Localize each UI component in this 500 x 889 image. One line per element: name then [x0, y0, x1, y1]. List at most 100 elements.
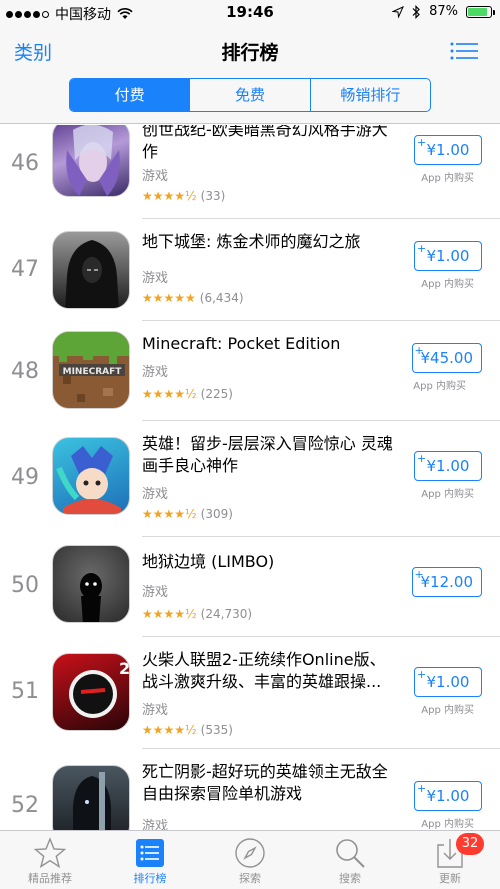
buy-button[interactable]: + ¥1.00 [414, 667, 482, 697]
location-arrow-icon [392, 5, 405, 18]
segment-free[interactable]: 免费 [189, 79, 309, 111]
rating-stars: ★★★★★ [142, 291, 196, 305]
limbo-silhouette-icon[interactable] [52, 545, 130, 623]
list-icon [136, 839, 164, 867]
tab-search[interactable]: 搜索 [300, 831, 400, 889]
rating-stars: ★★★★½ [142, 607, 197, 621]
tab-label: 排行榜 [133, 872, 167, 885]
fantasy-hero-icon[interactable] [52, 125, 130, 197]
rank-number: 46 [11, 151, 39, 176]
battery-icon [466, 5, 495, 18]
app-rating: ★★★★★ (6,434) [142, 291, 244, 305]
tab-label: 精品推荐 [28, 872, 72, 885]
rank-number: 47 [11, 257, 39, 282]
list-item[interactable]: 49 英雄！留步-层层深入冒险惊心 灵魂画手良心神作 游戏 ★★★★½ (309… [0, 421, 500, 537]
app-name[interactable]: 地下城堡: 炼金术师的魔幻之旅 [142, 231, 400, 253]
list-item[interactable]: 52 死亡阴影-超好玩的英雄领主无敌全自由探索冒险单机游戏 游戏 + ¥1.00… [0, 749, 500, 830]
buy-button[interactable]: + ¥1.00 [414, 241, 482, 271]
app-name[interactable]: Minecraft: Pocket Edition [142, 333, 400, 355]
list-item[interactable]: 47 地下城堡: 炼金术师的魔幻之旅 游戏 ★★★★★ (6,434) + ¥1… [0, 219, 500, 321]
segment-top-grossing[interactable]: 畅销排行 [309, 79, 430, 111]
tab-updates[interactable]: 32 更新 [400, 831, 500, 889]
app-name[interactable]: 地狱边境 (LIMBO) [142, 551, 400, 573]
plus-icon: + [417, 782, 427, 795]
plus-icon: + [417, 242, 427, 255]
app-name[interactable]: 火柴人联盟2-正统续作Online版、战斗激爽升级、丰富的英雄跟操... [142, 649, 400, 693]
list-item[interactable]: 50 地狱边境 (LIMBO) 游戏 ★★★★½ (24,730) + ¥12.… [0, 537, 500, 637]
rank-number: 49 [11, 465, 39, 490]
price-label: ¥1.00 [426, 141, 470, 159]
tab-label: 搜索 [339, 872, 361, 885]
app-rating: ★★★★½ (535) [142, 723, 233, 737]
tab-top-charts[interactable]: 排行榜 [100, 831, 200, 889]
hooded-figure-icon[interactable] [52, 231, 130, 309]
app-category: 游戏 [142, 819, 169, 830]
rating-count: (535) [200, 723, 233, 737]
stickman-icon[interactable]: 2 [52, 653, 130, 731]
app-category: 游戏 [142, 703, 169, 718]
rating-count: (6,434) [199, 291, 244, 305]
search-icon [336, 839, 365, 868]
rating-stars: ★★★★½ [142, 507, 197, 521]
bluetooth-icon [412, 4, 420, 19]
app-category: 游戏 [142, 169, 169, 184]
tab-label: 探索 [239, 872, 261, 885]
app-name[interactable]: 创世战纪-欧美暗黑奇幻风格手游大作 [142, 125, 400, 163]
app-name[interactable]: 死亡阴影-超好玩的英雄领主无敌全自由探索冒险单机游戏 [142, 761, 400, 805]
dark-knight-icon[interactable] [52, 765, 130, 830]
price-label: ¥1.00 [426, 673, 470, 691]
segment-paid[interactable]: 付费 [70, 79, 190, 111]
status-right: 87% [392, 4, 495, 19]
svg-text:MINECRAFT: MINECRAFT [63, 367, 123, 377]
rating-count: (24,730) [200, 607, 253, 621]
plus-icon: + [414, 568, 424, 581]
svg-text:2: 2 [119, 659, 130, 678]
status-bar: 中国移动 19:46 87% [0, 0, 500, 26]
price-label: ¥1.00 [426, 787, 470, 805]
app-category: 游戏 [142, 487, 169, 502]
star-icon [34, 837, 66, 869]
price-label: ¥45.00 [420, 349, 474, 367]
app-rating: ★★★★½ (33) [142, 189, 225, 203]
app-category: 游戏 [142, 585, 169, 600]
app-name[interactable]: 英雄！留步-层层深入冒险惊心 灵魂画手良心神作 [142, 433, 400, 477]
app-ranking-list: 46 创世战纪-欧美暗黑奇幻风格手游大作 游戏 ★★★★½ (33) + ¥1.… [0, 125, 500, 830]
battery-fill [468, 7, 488, 16]
list-item[interactable]: 48 MINECRAFT Minecraft: Pocket Edition 游… [0, 321, 500, 421]
rating-count: (225) [200, 387, 233, 401]
navigation-bar: 类别 排行榜 付费 免费 畅销排行 [0, 26, 500, 124]
buy-button[interactable]: + ¥12.00 [411, 567, 482, 597]
buy-button[interactable]: + ¥45.00 [411, 343, 482, 373]
rating-count: (309) [200, 507, 233, 521]
plus-icon: + [417, 668, 427, 681]
in-app-purchase-note: App 内购买 [421, 489, 474, 500]
tab-bar: 精品推荐 排行榜 探索 搜索 32 更新 [0, 830, 500, 889]
price-label: ¥1.00 [426, 457, 470, 475]
tab-explore[interactable]: 探索 [200, 831, 300, 889]
price-label: ¥1.00 [426, 247, 470, 265]
rank-number: 50 [11, 573, 39, 598]
app-category: 游戏 [142, 365, 169, 380]
minecraft-grass-block-icon[interactable]: MINECRAFT [52, 331, 130, 409]
buy-button[interactable]: + ¥1.00 [414, 135, 482, 165]
buy-button[interactable]: + ¥1.00 [414, 451, 482, 481]
cartoon-hero-icon[interactable] [52, 437, 130, 515]
app-rating: ★★★★½ (225) [142, 387, 233, 401]
list-item[interactable]: 46 创世战纪-欧美暗黑奇幻风格手游大作 游戏 ★★★★½ (33) + ¥1.… [0, 125, 500, 219]
list-menu-icon[interactable] [450, 42, 478, 60]
rating-count: (33) [200, 189, 226, 203]
update-count-badge: 32 [456, 833, 484, 855]
plus-icon: + [417, 136, 427, 149]
in-app-purchase-note: App 内购买 [421, 173, 474, 184]
list-item[interactable]: 51 2 火柴人联盟2-正统续作Online版、战斗激爽升级、丰富的英雄跟操..… [0, 637, 500, 749]
rank-number: 51 [11, 679, 39, 704]
rating-stars: ★★★★½ [142, 387, 197, 401]
rating-stars: ★★★★½ [142, 189, 197, 203]
buy-button[interactable]: + ¥1.00 [414, 781, 482, 811]
plus-icon: + [417, 452, 427, 465]
app-category: 游戏 [142, 271, 169, 286]
app-rating: ★★★★½ (309) [142, 507, 233, 521]
tab-featured[interactable]: 精品推荐 [0, 831, 100, 889]
plus-icon: + [414, 344, 424, 357]
page-title: 排行榜 [221, 42, 279, 64]
